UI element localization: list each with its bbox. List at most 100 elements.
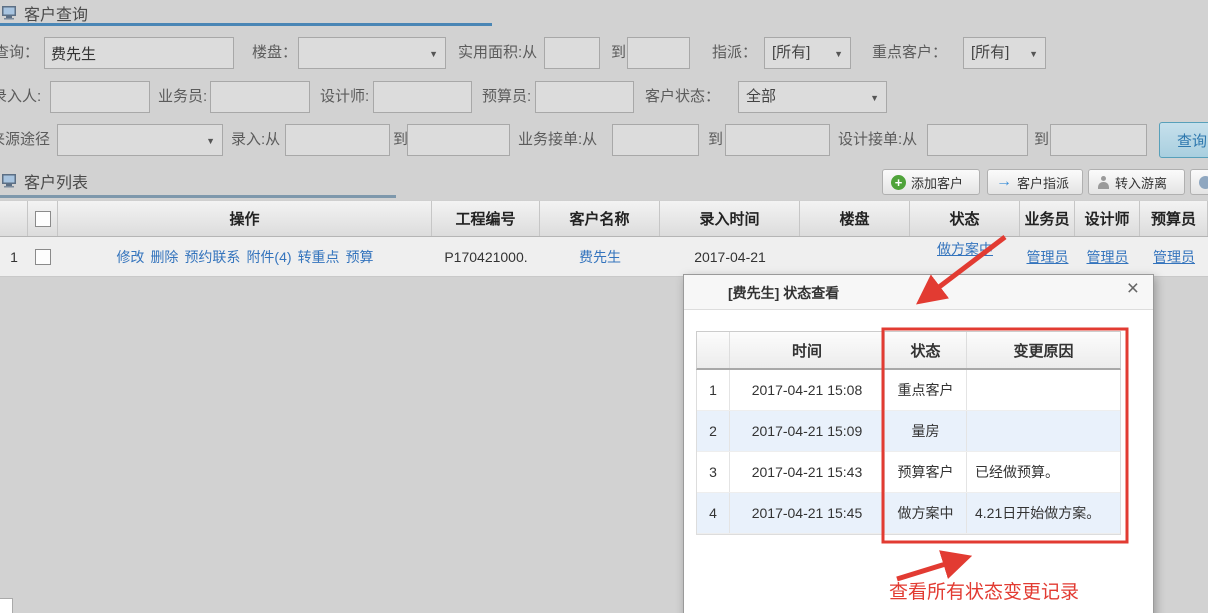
delete-link[interactable]: 删除 bbox=[150, 247, 178, 267]
status-row-status: 预算客户 bbox=[885, 452, 967, 492]
area-from-input[interactable] bbox=[544, 37, 600, 69]
salesman-link[interactable]: 管理员 bbox=[1027, 247, 1069, 267]
status-row: 1 2017-04-21 15:08 重点客户 bbox=[697, 370, 1120, 411]
status-row-time: 2017-04-21 15:45 bbox=[730, 493, 885, 533]
tab-underline bbox=[0, 23, 492, 26]
monitor-icon bbox=[2, 5, 18, 21]
monitor-icon bbox=[2, 173, 18, 189]
status-history-table: 时间 状态 变更原因 1 2017-04-21 15:08 重点客户 2 201… bbox=[696, 331, 1121, 535]
entry-date-to-input[interactable] bbox=[407, 124, 510, 156]
status-row-no: 2 bbox=[697, 411, 730, 451]
assign-customer-button[interactable]: → 客户指派 bbox=[987, 169, 1083, 195]
area-to-label: 到 bbox=[611, 37, 626, 69]
estimator-input[interactable] bbox=[535, 81, 634, 113]
filter-row-1: 查询： 楼盘： ▼ 实用面积:从 到 指派： [所有] ▼ 重点客户： [所有]… bbox=[0, 37, 1208, 69]
row-estimator: 管理员 bbox=[1140, 237, 1208, 276]
key-customer-select-value: [所有] bbox=[971, 44, 1009, 61]
search-button[interactable]: 查询 bbox=[1159, 122, 1208, 158]
list-tab-underline bbox=[0, 195, 396, 198]
key-customer-label: 重点客户： bbox=[872, 37, 947, 69]
assign-select[interactable]: [所有] ▼ bbox=[764, 37, 851, 69]
status-link[interactable]: 做方案中 bbox=[937, 239, 993, 259]
header-project: 工程编号 bbox=[432, 201, 540, 236]
customer-table-header: 操作 工程编号 客户名称 录入时间 楼盘 状态 业务员 设计师 预算员 bbox=[0, 200, 1208, 237]
assign-select-value: [所有] bbox=[772, 44, 810, 61]
query-panel-titlebar: 客户查询 bbox=[2, 2, 88, 24]
header-checkbox-cell bbox=[28, 201, 58, 236]
app-screen: 客户查询 查询： 楼盘： ▼ 实用面积:从 到 指派： [所有] ▼ 重点客户：… bbox=[0, 0, 1208, 613]
chevron-down-icon: ▼ bbox=[1029, 38, 1038, 70]
to-free-pool-button[interactable]: 转入游离 bbox=[1088, 169, 1185, 195]
designer-link[interactable]: 管理员 bbox=[1087, 247, 1129, 267]
customer-name-link[interactable]: 费先生 bbox=[579, 247, 621, 267]
header-building: 楼盘 bbox=[800, 201, 910, 236]
chevron-down-icon: ▼ bbox=[834, 38, 843, 70]
status-row-time: 2017-04-21 15:43 bbox=[730, 452, 885, 492]
sales-order-from-input[interactable] bbox=[612, 124, 699, 156]
customer-table: 操作 工程编号 客户名称 录入时间 楼盘 状态 业务员 设计师 预算员 1 修改… bbox=[0, 200, 1208, 277]
key-customer-select[interactable]: [所有] ▼ bbox=[963, 37, 1046, 69]
estimator-link[interactable]: 管理员 bbox=[1153, 247, 1195, 267]
status-row-reason bbox=[967, 411, 1120, 451]
header-sales: 业务员 bbox=[1020, 201, 1075, 236]
row-checkbox-cell bbox=[28, 237, 58, 276]
design-order-label: 设计接单:从 bbox=[838, 124, 917, 156]
appointment-link[interactable]: 预约联系 bbox=[184, 247, 240, 267]
clipped-icon bbox=[1199, 176, 1208, 189]
salesman-input[interactable] bbox=[210, 81, 310, 113]
chevron-down-icon: ▼ bbox=[429, 38, 438, 70]
edit-link[interactable]: 修改 bbox=[116, 247, 144, 267]
status-row-status: 做方案中 bbox=[885, 493, 967, 533]
row-customer-name: 费先生 bbox=[540, 237, 660, 276]
entry-user-input[interactable] bbox=[50, 81, 150, 113]
customer-status-select[interactable]: 全部 ▼ bbox=[738, 81, 887, 113]
source-select[interactable]: ▼ bbox=[57, 124, 223, 156]
status-row-status: 重点客户 bbox=[885, 370, 967, 410]
status-row-no: 3 bbox=[697, 452, 730, 492]
building-label: 楼盘： bbox=[252, 37, 297, 69]
status-table-header: 时间 状态 变更原因 bbox=[696, 331, 1121, 370]
row-building bbox=[800, 237, 910, 276]
status-row-reason bbox=[967, 370, 1120, 410]
list-titlebar: 客户列表 bbox=[2, 170, 88, 192]
building-select[interactable]: ▼ bbox=[298, 37, 446, 69]
area-to-input[interactable] bbox=[627, 37, 690, 69]
header-estimator: 预算员 bbox=[1140, 201, 1208, 236]
query-label: 查询： bbox=[0, 37, 39, 69]
row-index: 1 bbox=[0, 237, 28, 276]
filter-row-3: 来源途径 ▼ 录入:从 到 业务接单:从 到 设计接单:从 到 bbox=[0, 124, 1208, 156]
status-row: 4 2017-04-21 15:45 做方案中 4.21日开始做方案。 bbox=[697, 493, 1120, 534]
budget-link[interactable]: 预算 bbox=[346, 247, 374, 267]
row-checkbox[interactable] bbox=[35, 249, 51, 265]
header-status: 状态 bbox=[910, 201, 1020, 236]
to-key-link[interactable]: 转重点 bbox=[298, 247, 340, 267]
header-designer: 设计师 bbox=[1075, 201, 1140, 236]
close-icon[interactable]: × bbox=[1127, 277, 1139, 301]
design-order-to-input[interactable] bbox=[1050, 124, 1147, 156]
select-all-checkbox[interactable] bbox=[35, 211, 51, 227]
entry-date-from-input[interactable] bbox=[285, 124, 390, 156]
header-name: 客户名称 bbox=[540, 201, 660, 236]
query-input[interactable] bbox=[44, 37, 234, 69]
designer-input[interactable] bbox=[373, 81, 472, 113]
status-table-body: 1 2017-04-21 15:08 重点客户 2 2017-04-21 15:… bbox=[696, 370, 1121, 535]
status-row-no: 4 bbox=[697, 493, 730, 533]
attachment-link[interactable]: 附件(4) bbox=[246, 247, 291, 267]
list-title: 客户列表 bbox=[24, 169, 88, 193]
plus-circle-icon: + bbox=[891, 175, 906, 190]
toolbar-more-button[interactable] bbox=[1190, 169, 1208, 195]
page-title: 客户查询 bbox=[24, 1, 88, 25]
row-sales: 管理员 bbox=[1020, 237, 1075, 276]
row-actions: 修改 删除 预约联系 附件(4) 转重点 预算 bbox=[58, 237, 432, 276]
customer-status-value: 全部 bbox=[746, 88, 776, 105]
design-order-from-input[interactable] bbox=[927, 124, 1028, 156]
mheader-reason: 变更原因 bbox=[967, 332, 1120, 368]
sales-order-to-input[interactable] bbox=[725, 124, 830, 156]
area-label: 实用面积:从 bbox=[458, 37, 537, 69]
designer-label: 设计师: bbox=[320, 81, 369, 113]
design-order-to-label: 到 bbox=[1034, 124, 1049, 156]
add-customer-button[interactable]: + 添加客户 bbox=[882, 169, 980, 195]
to-free-pool-label: 转入游离 bbox=[1115, 173, 1167, 192]
estimator-label: 预算员: bbox=[482, 81, 531, 113]
modal-title: [费先生] 状态查看 bbox=[728, 283, 839, 303]
